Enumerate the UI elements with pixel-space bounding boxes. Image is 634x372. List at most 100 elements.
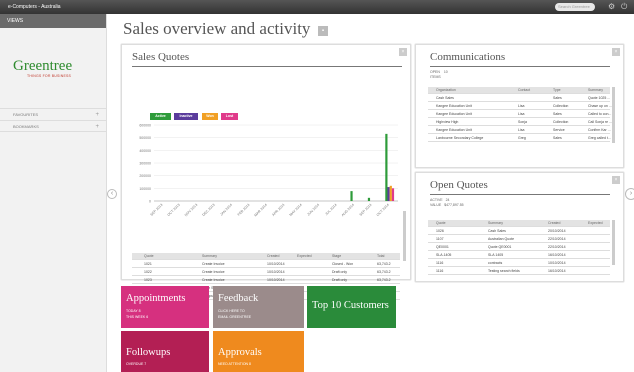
table-row[interactable]: 1023 Create Invoice 10/10/2014 Draft only 63… <box>132 277 400 284</box>
legend-won[interactable]: Won <box>202 113 218 120</box>
scrollbar[interactable] <box>403 211 406 261</box>
tile-top-10-customers[interactable]: Top 10 Customers <box>307 286 396 328</box>
legend-inactive[interactable]: Inactive <box>174 113 198 120</box>
table-row[interactable]: 1116 Testing search fields 16/10/2014 <box>428 268 610 275</box>
table-row[interactable]: 1116 contracts 10/10/2014 <box>428 260 610 267</box>
column-header[interactable]: Stage <box>332 253 341 260</box>
logo-tagline: THINGS FOR BUSINESS <box>27 74 72 78</box>
table-cell: Create Invoice <box>202 262 225 266</box>
column-header[interactable]: Expected <box>297 253 312 260</box>
column-header[interactable]: Organization <box>436 87 456 94</box>
open-quotes-summary: ACTIVE 24 VALUE $477,897.55 <box>430 198 464 207</box>
tile-sub: EMAIL GREENTREE <box>218 315 252 319</box>
table-cell: Highview High <box>436 120 459 124</box>
sidebar-item-bookmarks[interactable]: BOOKMARKS + <box>0 120 107 132</box>
column-header[interactable]: Summary <box>488 220 503 227</box>
table-header: Quote Summary Created Expected <box>428 220 610 227</box>
table-cell: 22/10/2014 <box>548 245 566 249</box>
table-row[interactable]: Lanbourne Secondary College Greg Sales Greg… <box>428 135 611 142</box>
column-header[interactable]: Expected <box>588 220 603 227</box>
column-header[interactable]: Created <box>548 220 560 227</box>
tile-sub: TODAY 8 <box>126 309 141 313</box>
table-row[interactable]: Kangee Education Unit Lisa Collection Chase… <box>428 103 612 110</box>
tile-followups[interactable]: Followups OVERDUE 7 <box>121 331 209 372</box>
table-row[interactable]: Kangee Education Unit Lisa Sales Called to … <box>428 111 611 118</box>
tile-feedback[interactable]: Feedback CLICK HERE TO EMAIL GREENTREE <box>213 286 304 328</box>
close-icon[interactable]: × <box>612 176 620 184</box>
y-tick-label: 300000 <box>139 162 151 166</box>
app-title: e-Computers - Australia <box>8 4 61 10</box>
table-cell: Closed - Won <box>332 262 354 266</box>
column-header[interactable]: Created <box>267 253 279 260</box>
x-tick-label: SEP 2014 <box>359 203 373 217</box>
table-cell: Lisa <box>518 112 525 116</box>
table-row[interactable]: 1022 Create Invoice 10/10/2014 Draft only 63… <box>132 269 400 276</box>
table-row[interactable]: 1026 Cash Sales 20/10/2014 <box>428 228 610 235</box>
table-cell: SLA 1405 <box>488 253 504 257</box>
table-row[interactable]: SLA.1405 SLA 1405 16/10/2014 <box>428 252 610 259</box>
gear-icon[interactable]: ⚙ <box>608 2 615 12</box>
table-row[interactable]: QE0001 Quote QE0001 22/10/2014 <box>428 244 610 251</box>
column-header[interactable]: Summary <box>202 253 217 260</box>
bar-active <box>367 197 371 201</box>
expand-right-button[interactable]: › <box>625 188 634 200</box>
table-cell: SLA.1405 <box>436 253 452 257</box>
open-count: OPEN 10 ITEMS <box>430 70 448 79</box>
tile-appointments[interactable]: Appointments TODAY 8 THIS WEEK 6 <box>121 286 209 328</box>
sidebar-header[interactable]: VIEWS <box>0 14 106 28</box>
tile-approvals[interactable]: Approvals NEED ATTENTION 8 <box>213 331 304 372</box>
table-cell: 1026 <box>436 229 444 233</box>
legend-active[interactable]: Active <box>150 113 171 120</box>
table-cell: Chase up on ... <box>588 104 612 108</box>
column-header[interactable]: Summary <box>588 87 603 94</box>
scrollbar[interactable] <box>612 87 615 143</box>
search-input[interactable]: Search Greentree <box>555 3 595 11</box>
column-header[interactable]: Quote <box>144 253 154 260</box>
close-icon[interactable]: × <box>399 48 407 56</box>
table-cell: Australian Quote <box>488 237 515 241</box>
x-tick-label: FEB 2014 <box>237 203 251 217</box>
table-cell: 10/10/2014 <box>267 278 285 282</box>
close-icon[interactable]: × <box>612 48 620 56</box>
table-row[interactable]: 1107 Australian Quote 22/10/2014 <box>428 236 610 243</box>
bar-lost <box>391 188 395 201</box>
table-cell: Draft only <box>332 270 347 274</box>
legend-lost[interactable]: Lost <box>221 113 238 120</box>
scrollbar[interactable] <box>612 220 615 265</box>
column-header[interactable]: Quote <box>436 220 446 227</box>
table-cell: Create Invoice <box>202 278 225 282</box>
table-cell: Confirm Kar ... <box>588 128 611 132</box>
tile-sub: CLICK HERE TO <box>218 309 245 313</box>
table-cell: Kangee Education Unit <box>436 128 472 132</box>
panel-title: Sales Quotes <box>132 51 190 63</box>
table-cell: Sales <box>553 112 562 116</box>
x-tick-label: OCT 2014 <box>376 203 390 217</box>
column-header[interactable]: Type <box>553 87 561 94</box>
table-cell: 63,743.2 <box>377 278 391 282</box>
power-icon[interactable]: ⏻ <box>621 2 627 12</box>
table-cell: QE0001 <box>436 245 449 249</box>
table-cell: 1116 <box>436 269 444 273</box>
table-cell: Quote 1025 ... <box>588 96 611 100</box>
sidebar-item-favourites[interactable]: FAVOURITES + <box>0 108 107 120</box>
tile-title: Top 10 Customers <box>312 300 389 311</box>
collapse-sidebar-button[interactable]: ‹ <box>107 189 117 199</box>
sidebar-item-label: BOOKMARKS <box>13 124 39 129</box>
bar-won <box>389 185 392 201</box>
x-tick-label: APR 2014 <box>271 203 285 217</box>
y-tick-label: 600000 <box>139 124 151 128</box>
plus-icon[interactable]: + <box>95 121 99 133</box>
column-header[interactable]: Contact <box>518 87 530 94</box>
table-row[interactable]: Cash Sales Sales Quote 1025 ... <box>428 95 610 102</box>
table-row[interactable]: Highview High Sonja Collection Call Sonja r… <box>428 119 612 126</box>
x-tick-label: MAR 2014 <box>253 203 268 218</box>
x-tick-label: MAY 2014 <box>289 203 303 217</box>
table-row[interactable]: 1021 Create Invoice 10/10/2014 Closed - Won… <box>132 261 400 268</box>
table-cell: Kangee Education Unit <box>436 112 472 116</box>
table-row[interactable]: Kangee Education Unit Lisa Service Confirm … <box>428 127 611 134</box>
y-tick-label: 200000 <box>139 174 151 178</box>
edit-icon[interactable]: ▪ <box>318 26 328 36</box>
table-cell: contracts <box>488 261 503 265</box>
table-cell: 10/10/2014 <box>548 261 566 265</box>
column-header[interactable]: Total <box>377 253 384 260</box>
